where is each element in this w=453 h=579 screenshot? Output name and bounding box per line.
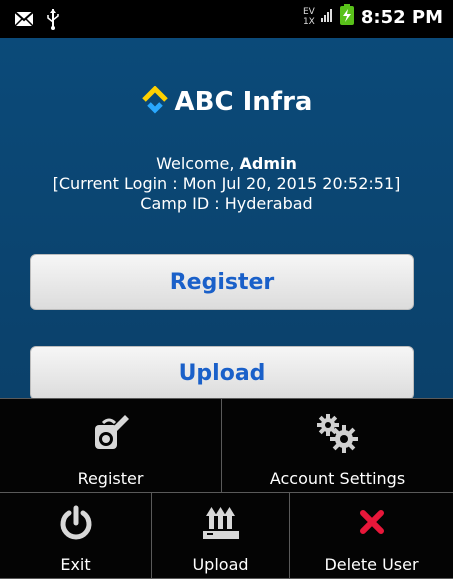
menu-item-delete-user[interactable]: Delete User	[290, 493, 453, 579]
battery-charging-icon	[339, 4, 355, 30]
usb-icon	[46, 8, 60, 34]
logo-icon	[141, 85, 169, 118]
menu-label-upload: Upload	[192, 555, 249, 574]
power-icon	[58, 505, 94, 545]
network-type-indicator: EV 1X	[302, 7, 315, 27]
brand-header: ABC Infra	[0, 85, 453, 118]
camp-id: Camp ID : Hyderabad	[140, 194, 313, 213]
register-button[interactable]: Register	[30, 254, 414, 310]
gear-icon	[316, 413, 360, 457]
status-bar: EV 1X 8:52 PM	[0, 0, 453, 38]
welcome-info: Welcome, Admin [Current Login : Mon Jul …	[0, 154, 453, 214]
menu-item-register[interactable]: Register	[0, 399, 222, 493]
menu-item-upload[interactable]: Upload	[152, 493, 290, 579]
email-notification-icon	[14, 11, 34, 31]
welcome-line: Welcome, Admin	[156, 154, 297, 173]
upload-icon	[201, 505, 241, 545]
menu-label-account-settings: Account Settings	[269, 469, 406, 488]
menu-item-exit[interactable]: Exit	[0, 493, 152, 579]
menu-item-account-settings[interactable]: Account Settings	[222, 399, 453, 493]
brand-name: ABC Infra	[174, 87, 313, 117]
current-login: [Current Login : Mon Jul 20, 2015 20:52:…	[52, 174, 401, 193]
register-icon	[91, 413, 131, 457]
upload-button[interactable]: Upload	[30, 346, 414, 400]
signal-icon	[320, 6, 333, 28]
delete-x-icon	[355, 505, 389, 543]
options-menu: Register Account Settings Exit Upload De…	[0, 398, 453, 579]
user-name: Admin	[239, 154, 297, 173]
menu-label-exit: Exit	[60, 555, 91, 574]
menu-label-register: Register	[77, 469, 144, 488]
status-clock: 8:52 PM	[360, 6, 443, 28]
menu-label-delete-user: Delete User	[324, 555, 419, 574]
